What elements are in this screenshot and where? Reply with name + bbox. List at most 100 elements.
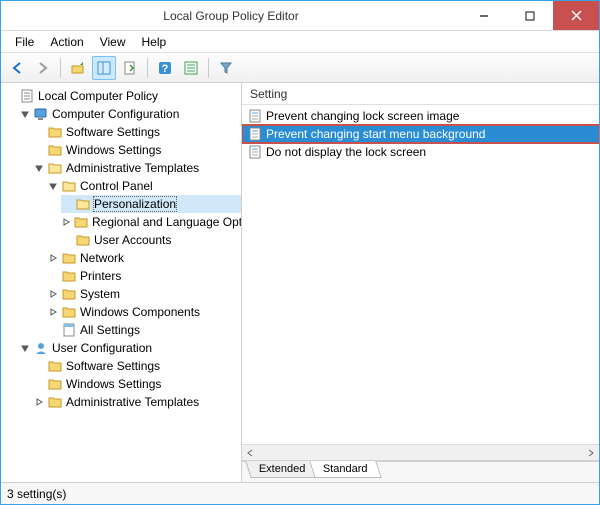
help-icon: ? <box>157 60 173 76</box>
folder-icon <box>61 268 77 284</box>
tree-label: Control Panel <box>80 179 153 193</box>
list-item[interactable]: Do not display the lock screen <box>242 143 599 161</box>
tree-label: Personalization <box>94 197 176 211</box>
tree-toggle[interactable] <box>19 108 31 120</box>
tree-node[interactable]: Software Settings <box>33 123 241 141</box>
folder-icon <box>47 394 63 410</box>
maximize-icon <box>525 11 535 21</box>
content-area: Local Computer Policy Computer Configurat… <box>1 83 599 482</box>
tree-node[interactable]: Local Computer Policy <box>5 87 241 105</box>
toolbar-separator <box>208 58 209 78</box>
list-header-setting[interactable]: Setting <box>242 83 599 105</box>
list-tabs: Extended Standard <box>242 460 599 482</box>
tree-node[interactable]: Windows Components <box>47 303 241 321</box>
tree-node[interactable]: All Settings <box>47 321 241 339</box>
tree-node[interactable]: Administrative Templates <box>33 159 241 177</box>
tree-node[interactable]: Software Settings <box>33 357 241 375</box>
menu-view[interactable]: View <box>92 33 134 51</box>
filter-options-button[interactable] <box>179 56 203 80</box>
tree-pane[interactable]: Local Computer Policy Computer Configurat… <box>1 83 242 482</box>
folder-icon <box>61 286 77 302</box>
list-item-label: Prevent changing lock screen image <box>266 109 459 123</box>
minimize-button[interactable] <box>461 1 507 30</box>
setting-icon <box>248 109 262 123</box>
toolbar: ? <box>1 53 599 83</box>
tree-pane-icon <box>96 60 112 76</box>
export-button[interactable] <box>118 56 142 80</box>
tree-node[interactable]: Personalization <box>61 195 241 213</box>
tree-node[interactable]: Network <box>47 249 241 267</box>
back-button[interactable] <box>5 56 29 80</box>
tree-label: Software Settings <box>66 359 160 373</box>
folder-icon <box>47 124 63 140</box>
tree-label: System <box>80 287 120 301</box>
menu-help[interactable]: Help <box>134 33 175 51</box>
tree-node[interactable]: Regional and Language Options <box>61 213 241 231</box>
policy-root-icon <box>19 88 35 104</box>
tree-toggle[interactable] <box>19 342 31 354</box>
scroll-right-icon[interactable] <box>583 445 599 461</box>
tree-label: Network <box>80 251 124 265</box>
show-tree-button[interactable] <box>92 56 116 80</box>
setting-icon <box>248 127 262 141</box>
tree-toggle[interactable] <box>33 162 45 174</box>
tab-extended[interactable]: Extended <box>245 461 319 478</box>
user-icon <box>33 340 49 356</box>
tree-node[interactable]: Computer Configuration <box>19 105 241 123</box>
tree-toggle[interactable] <box>47 252 59 264</box>
setting-icon <box>248 145 262 159</box>
list-item[interactable]: Prevent changing lock screen image <box>242 107 599 125</box>
tree: Local Computer Policy Computer Configurat… <box>5 87 241 411</box>
tree-label: All Settings <box>80 323 140 337</box>
close-button[interactable] <box>553 1 599 30</box>
filter-button[interactable] <box>214 56 238 80</box>
svg-text:?: ? <box>162 63 169 75</box>
forward-button[interactable] <box>31 56 55 80</box>
tree-label: Windows Components <box>80 305 200 319</box>
tree-label: Administrative Templates <box>66 161 199 175</box>
tree-node[interactable]: User Configuration <box>19 339 241 357</box>
menu-file[interactable]: File <box>7 33 42 51</box>
tree-label: Local Computer Policy <box>38 89 158 103</box>
tree-label: Windows Settings <box>66 377 161 391</box>
folder-icon <box>61 178 77 194</box>
folder-icon <box>75 196 91 212</box>
back-icon <box>9 60 25 76</box>
help-button[interactable]: ? <box>153 56 177 80</box>
tree-label: User Accounts <box>94 233 171 247</box>
tree-node[interactable]: System <box>47 285 241 303</box>
tree-toggle[interactable] <box>47 306 59 318</box>
menubar: File Action View Help <box>1 31 599 53</box>
tree-node[interactable]: Windows Settings <box>33 141 241 159</box>
tree-toggle[interactable] <box>61 216 71 228</box>
tree-node[interactable]: Administrative Templates <box>33 393 241 411</box>
tree-node[interactable]: Windows Settings <box>33 375 241 393</box>
up-button[interactable] <box>66 56 90 80</box>
list-body: Prevent changing lock screen image Preven… <box>242 105 599 460</box>
close-icon <box>571 10 582 21</box>
funnel-icon <box>218 60 234 76</box>
tree-node[interactable]: User Accounts <box>61 231 241 249</box>
tree-node[interactable]: Printers <box>47 267 241 285</box>
menu-action[interactable]: Action <box>42 33 91 51</box>
toolbar-separator <box>60 58 61 78</box>
folder-icon <box>47 358 63 374</box>
tree-toggle[interactable] <box>33 396 45 408</box>
tree-node[interactable]: Control Panel <box>47 177 241 195</box>
horizontal-scrollbar[interactable] <box>242 444 599 460</box>
scroll-left-icon[interactable] <box>242 445 258 461</box>
export-list-icon <box>122 60 138 76</box>
folder-icon <box>75 232 91 248</box>
minimize-icon <box>479 11 489 21</box>
tree-label: Administrative Templates <box>66 395 199 409</box>
tree-label: User Configuration <box>52 341 152 355</box>
list-item-label: Prevent changing start menu background <box>266 127 485 141</box>
tree-toggle[interactable] <box>47 180 59 192</box>
tree-toggle[interactable] <box>47 288 59 300</box>
tree-label: Printers <box>80 269 121 283</box>
maximize-button[interactable] <box>507 1 553 30</box>
list-item[interactable]: Prevent changing start menu background <box>242 125 599 143</box>
filter-options-icon <box>183 60 199 76</box>
tree-label: Computer Configuration <box>52 107 179 121</box>
tab-standard[interactable]: Standard <box>310 461 382 478</box>
